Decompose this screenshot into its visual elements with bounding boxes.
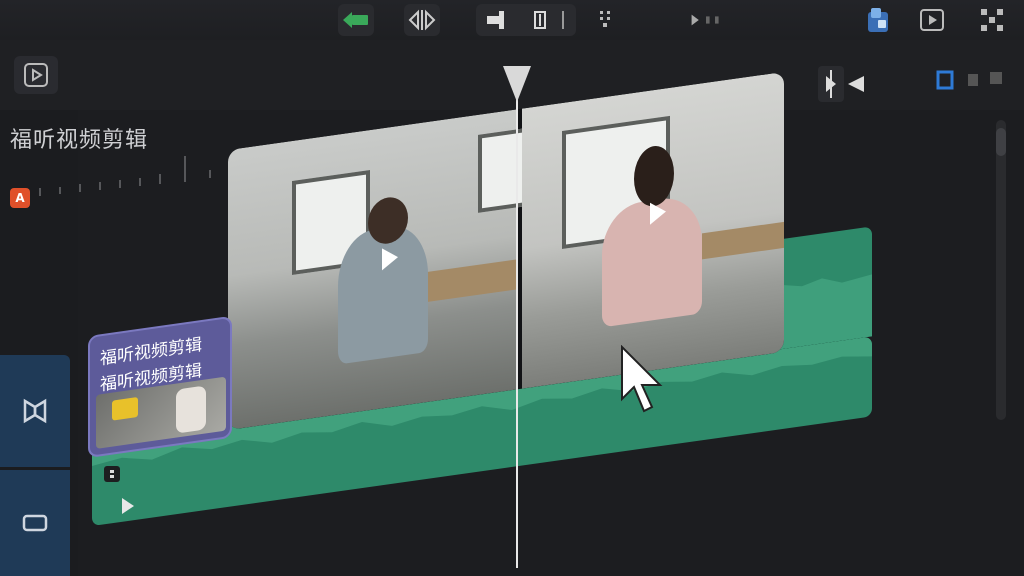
back-arrow-button[interactable] — [338, 4, 374, 36]
track-a-badge[interactable]: A — [10, 188, 30, 208]
audio-track-icon — [22, 514, 48, 532]
preview-window-button[interactable] — [914, 4, 950, 36]
marker-button[interactable] — [588, 4, 624, 36]
rewind-icon[interactable] — [848, 76, 864, 92]
title-clip[interactable]: 福听视频剪辑 福听视频剪辑 — [88, 315, 232, 458]
play-icon[interactable] — [650, 200, 666, 225]
back-arrow-icon — [343, 12, 368, 28]
trim-icon — [487, 11, 564, 29]
vertical-scrollbar[interactable] — [996, 120, 1006, 420]
audio-track-header[interactable] — [0, 470, 70, 576]
playhead-handle[interactable] — [503, 66, 531, 102]
track-marker[interactable] — [104, 466, 120, 482]
marker-dot-icon — [110, 470, 114, 478]
video-track-icon — [23, 398, 47, 424]
preview-play-icon — [24, 63, 48, 87]
fullscreen-button[interactable] — [974, 4, 1010, 36]
layers-button[interactable] — [860, 4, 896, 36]
scrollbar-thumb[interactable] — [996, 128, 1006, 156]
layers-icon — [868, 8, 888, 32]
project-title: 福听视频剪辑 — [10, 128, 149, 153]
trim-group[interactable] — [476, 4, 576, 36]
play-forward-icon — [691, 14, 719, 26]
video-thumbnail-1 — [228, 109, 526, 430]
marker-icon — [600, 11, 610, 27]
fullscreen-icon — [981, 9, 1003, 31]
mouse-cursor-icon — [621, 345, 663, 413]
play-marker-icon[interactable] — [818, 66, 844, 102]
playhead-line[interactable] — [516, 98, 518, 568]
top-toolbar — [0, 0, 1024, 41]
split-button[interactable] — [404, 4, 440, 36]
play-forward-button[interactable] — [688, 4, 724, 36]
play-icon[interactable] — [382, 246, 398, 271]
split-icon — [408, 9, 436, 31]
video-thumbnail-2 — [522, 71, 784, 389]
preview-icon — [920, 9, 944, 31]
loop-icon[interactable] — [936, 70, 954, 90]
audio-play-icon[interactable] — [120, 496, 136, 516]
video-track-header[interactable] — [0, 355, 70, 467]
preview-play-button[interactable] — [14, 56, 58, 94]
